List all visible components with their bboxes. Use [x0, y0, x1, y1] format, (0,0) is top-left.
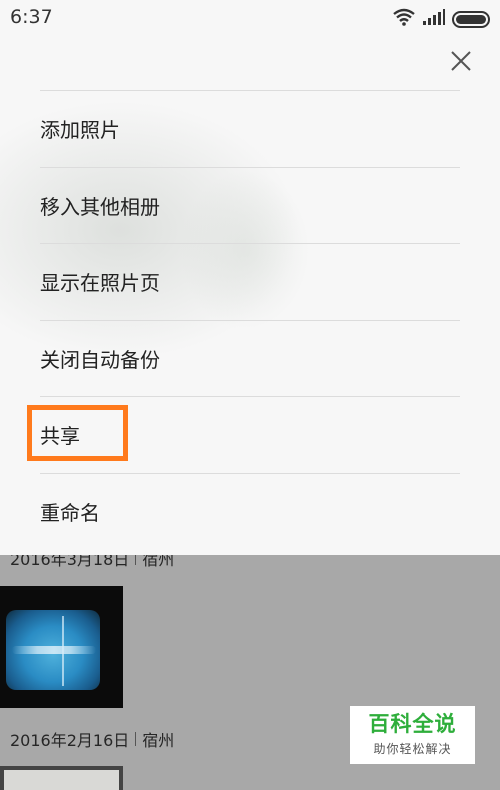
watermark-logo: 百科全说 助你轻松解决 — [350, 706, 475, 764]
menu-item-label: 移入其他相册 — [40, 194, 160, 219]
options-menu: 添加照片 移入其他相册 显示在照片页 关闭自动备份 共享 重命名 — [40, 90, 460, 550]
group-date: 2016年2月16日 — [10, 731, 130, 750]
photo-thumbnail[interactable] — [0, 586, 123, 708]
close-button[interactable] — [446, 48, 476, 78]
close-icon — [450, 50, 472, 76]
separator — [135, 732, 137, 746]
group-location: 宿州 — [142, 731, 175, 750]
signal-icon — [423, 9, 445, 29]
menu-item-show-in-photos[interactable]: 显示在照片页 — [40, 244, 460, 321]
status-bar: 6:37 — [0, 0, 500, 36]
thumbnail-document — [4, 770, 119, 790]
thumbnail-line — [62, 616, 64, 686]
menu-item-rename[interactable]: 重命名 — [40, 474, 460, 551]
status-icons — [392, 8, 490, 30]
menu-item-label: 共享 — [40, 424, 80, 449]
album-options-panel: 6:37 添加照片 移入其他相册 显示在照片页 关闭自动备份 共享 重命名 — [0, 0, 500, 555]
watermark-title: 百科全说 — [368, 712, 457, 737]
menu-item-move-to-album[interactable]: 移入其他相册 — [40, 168, 460, 244]
wifi-icon — [392, 8, 416, 30]
watermark-subtitle: 助你轻松解决 — [373, 741, 452, 756]
menu-item-label: 添加照片 — [40, 118, 120, 143]
menu-item-share[interactable]: 共享 — [40, 397, 460, 474]
thumbnail-wave — [12, 646, 96, 654]
menu-item-label: 重命名 — [40, 501, 100, 526]
menu-item-label: 显示在照片页 — [40, 271, 160, 296]
photo-thumbnail[interactable] — [0, 766, 123, 790]
status-time: 6:37 — [10, 6, 53, 28]
date-header: 2016年2月16日 宿州 — [10, 724, 174, 754]
battery-icon — [452, 10, 490, 28]
menu-item-disable-auto-backup[interactable]: 关闭自动备份 — [40, 321, 460, 397]
menu-item-label: 关闭自动备份 — [40, 347, 160, 372]
menu-item-add-photos[interactable]: 添加照片 — [40, 91, 460, 168]
